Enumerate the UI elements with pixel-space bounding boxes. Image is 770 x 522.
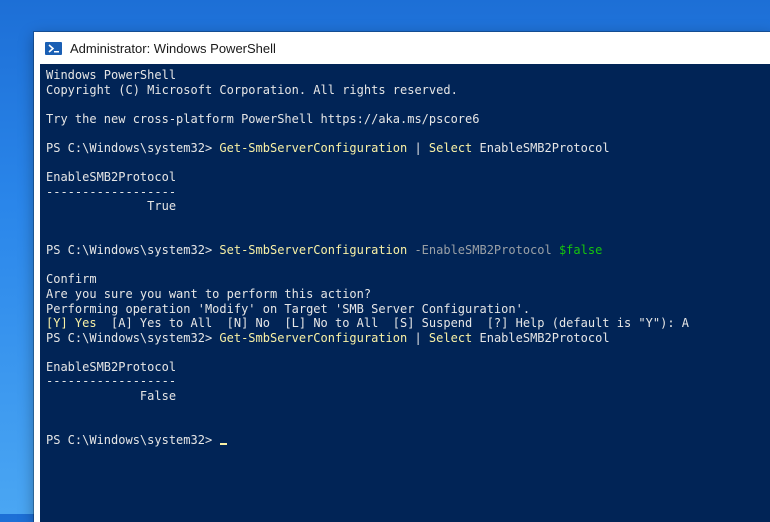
console-line: Performing operation 'Modify' on Target … (46, 302, 770, 317)
console-text: EnableSMB2Protocol (472, 140, 610, 155)
console-text: Performing operation 'Modify' on Target … (46, 301, 531, 316)
console-text: | (407, 330, 429, 345)
console-text: False (46, 389, 177, 404)
console-text: ------------------ (46, 374, 177, 389)
console-text: PS C:\Windows\system32> (46, 432, 220, 447)
console-line: PS C:\Windows\system32> Set-SmbServerCon… (46, 243, 770, 258)
console-text: [Y] Yes (46, 316, 97, 331)
text-cursor (220, 442, 228, 445)
console-line: PS C:\Windows\system32> (46, 433, 770, 448)
powershell-icon (45, 41, 62, 55)
console-text: PS C:\Windows\system32> (46, 243, 220, 258)
console-line: EnableSMB2Protocol (46, 360, 770, 375)
powershell-window[interactable]: Administrator: Windows PowerShell Window… (34, 32, 770, 522)
console-text: Copyright (C) Microsoft Corporation. All… (46, 82, 458, 97)
console-line: ------------------ (46, 185, 770, 200)
console-text: Are you sure you want to perform this ac… (46, 286, 372, 301)
console-text: EnableSMB2Protocol (472, 330, 610, 345)
console-text: EnableSMB2Protocol (46, 170, 177, 185)
console-line: True (46, 199, 770, 214)
console-text: True (46, 199, 177, 214)
console-text: PS C:\Windows\system32> (46, 330, 220, 345)
console-text: Select (428, 140, 473, 155)
console-text: Set-SmbServerConfiguration (219, 243, 408, 258)
console-line: False (46, 389, 770, 404)
console-output[interactable]: Windows PowerShell Copyright (C) Microsof… (40, 64, 770, 522)
console-line: PS C:\Windows\system32> Get-SmbServerCon… (46, 331, 770, 346)
console-text: Select (428, 330, 473, 345)
console-text: Try the new cross-platform PowerShell ht… (46, 111, 480, 126)
console-text: | (407, 140, 429, 155)
console-line: Windows PowerShell (46, 68, 770, 83)
title-bar[interactable]: Administrator: Windows PowerShell (34, 32, 770, 64)
console-text: Get-SmbServerConfiguration (219, 330, 408, 345)
console-line: Are you sure you want to perform this ac… (46, 287, 770, 302)
console-text: PS C:\Windows\system32> (46, 140, 220, 155)
console-text: [A] Yes to All [N] No [L] No to All [S] … (96, 316, 689, 331)
console-line: Confirm (46, 272, 770, 287)
console-text: -EnableSMB2Protocol (407, 243, 552, 258)
console-line: ------------------ (46, 374, 770, 389)
console-text: Confirm (46, 272, 97, 287)
console-text: $false (551, 243, 603, 258)
console-text: Get-SmbServerConfiguration (219, 140, 408, 155)
console-line: EnableSMB2Protocol (46, 170, 770, 185)
console-line: [Y] Yes [A] Yes to All [N] No [L] No to … (46, 316, 770, 331)
console-line: Copyright (C) Microsoft Corporation. All… (46, 83, 770, 98)
window-title: Administrator: Windows PowerShell (70, 40, 276, 56)
console-text: EnableSMB2Protocol (46, 359, 177, 374)
console-text: ------------------ (46, 184, 177, 199)
console-line: Try the new cross-platform PowerShell ht… (46, 112, 770, 127)
console-text: Windows PowerShell (46, 68, 177, 82)
console-line: PS C:\Windows\system32> Get-SmbServerCon… (46, 141, 770, 156)
